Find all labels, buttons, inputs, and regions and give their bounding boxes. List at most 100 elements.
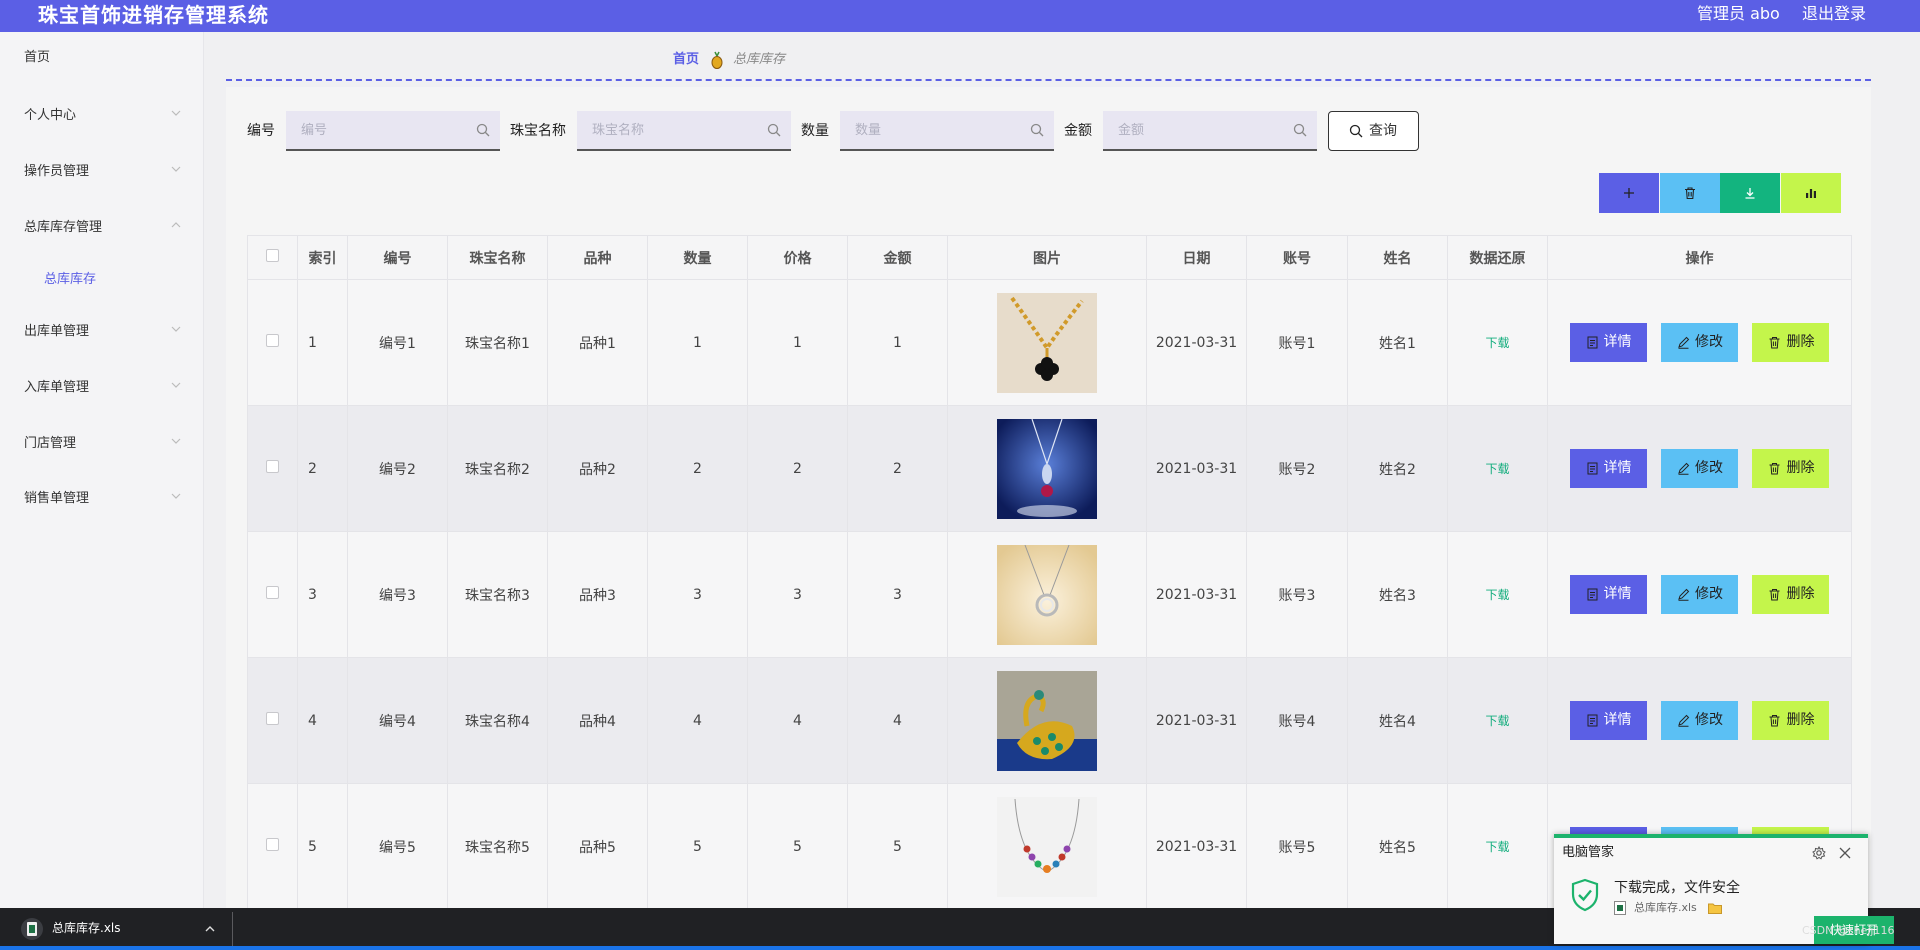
download-link[interactable]: 下载 <box>1485 336 1509 350</box>
cell-code: 编号3 <box>347 531 448 658</box>
edit-button-label: 修改 <box>1695 460 1723 476</box>
statistics-button[interactable] <box>1781 173 1841 213</box>
sidebar-item-label: 门店管理 <box>24 436 77 451</box>
sidebar-item-inbound-mgmt[interactable]: 入库单管理 <box>0 368 204 408</box>
cell-image <box>947 783 1147 910</box>
sidebar-item-store-mgmt[interactable]: 门店管理 <box>0 424 204 464</box>
row-checkbox[interactable] <box>266 334 279 347</box>
trash-icon <box>1769 589 1780 601</box>
detail-button-label: 详情 <box>1603 586 1632 602</box>
delete-button[interactable]: 删除 <box>1752 575 1830 614</box>
batch-delete-button[interactable] <box>1660 173 1720 213</box>
column-header: 姓名 <box>1347 235 1448 280</box>
row-select-cell <box>247 657 298 784</box>
cell-price: 3 <box>747 531 848 658</box>
trash-icon <box>1769 463 1780 475</box>
detail-button[interactable]: 详情 <box>1569 323 1647 362</box>
select-all-cell <box>247 235 298 280</box>
download-link[interactable]: 下载 <box>1485 840 1509 854</box>
search-input-name[interactable] <box>577 111 791 149</box>
sidebar-item-sales-mgmt[interactable]: 销售单管理 <box>0 479 204 519</box>
gear-icon[interactable] <box>1812 846 1826 860</box>
chevron-down-icon <box>171 493 181 499</box>
detail-button[interactable]: 详情 <box>1569 575 1647 614</box>
cell-image <box>947 279 1147 406</box>
search-icon <box>767 123 781 137</box>
pencil-icon <box>1678 462 1690 475</box>
trash-icon <box>1769 337 1780 349</box>
watermark-text: CSDN @shejj116 <box>1802 924 1895 937</box>
cell-variety: 品种3 <box>547 531 648 658</box>
column-header: 金额 <box>847 235 948 280</box>
edit-button-label: 修改 <box>1695 712 1723 728</box>
cell-person: 姓名5 <box>1347 783 1448 910</box>
cell-variety: 品种5 <box>547 783 648 910</box>
breadcrumb-home[interactable]: 首页 <box>673 50 699 70</box>
export-button[interactable] <box>1720 173 1780 213</box>
trash-icon <box>1685 187 1695 200</box>
close-icon[interactable] <box>1838 846 1852 860</box>
cell-image <box>947 405 1147 532</box>
folder-icon[interactable] <box>1708 903 1722 914</box>
sidebar-item-home[interactable]: 首页 <box>0 38 204 78</box>
sidebar-item-label: 入库单管理 <box>24 380 90 395</box>
download-bar-divider <box>232 912 233 946</box>
delete-button[interactable]: 删除 <box>1752 701 1830 740</box>
pencil-icon <box>1678 588 1690 601</box>
cell-person: 姓名1 <box>1347 279 1448 406</box>
jewelry-image <box>997 796 1097 897</box>
download-file-name: 总库库存.xls <box>52 921 121 935</box>
search-box-code <box>286 111 500 151</box>
search-box-amount <box>1103 111 1317 151</box>
add-button[interactable] <box>1599 173 1659 213</box>
detail-button[interactable]: 详情 <box>1569 701 1647 740</box>
edit-button[interactable]: 修改 <box>1661 323 1738 362</box>
top-bar: 珠宝首饰进销存管理系统 管理员 abo 退出登录 <box>0 0 1920 32</box>
sidebar-item-outbound-mgmt[interactable]: 出库单管理 <box>0 312 204 352</box>
logout-link[interactable]: 退出登录 <box>1802 3 1866 25</box>
detail-button[interactable]: 详情 <box>1569 449 1647 488</box>
row-checkbox[interactable] <box>266 712 279 725</box>
download-link[interactable]: 下载 <box>1485 588 1509 602</box>
download-link[interactable]: 下载 <box>1485 714 1509 728</box>
delete-button[interactable]: 删除 <box>1752 449 1830 488</box>
search-icon <box>1349 124 1363 138</box>
edit-button[interactable]: 修改 <box>1661 701 1738 740</box>
search-input-code[interactable] <box>286 111 500 149</box>
column-header: 图片 <box>947 235 1147 280</box>
chevron-down-icon <box>171 110 181 116</box>
query-button[interactable]: 查询 <box>1328 111 1419 151</box>
cell-amount: 2 <box>847 405 948 532</box>
delete-button[interactable]: 删除 <box>1752 323 1830 362</box>
cell-name: 珠宝名称5 <box>447 783 548 910</box>
cell-variety: 品种4 <box>547 657 648 784</box>
cell-code: 编号4 <box>347 657 448 784</box>
cell-name: 珠宝名称1 <box>447 279 548 406</box>
chevron-down-icon <box>171 382 181 388</box>
cell-image <box>947 657 1147 784</box>
edit-button[interactable]: 修改 <box>1661 449 1738 488</box>
search-input-amount[interactable] <box>1103 111 1317 149</box>
cell-qty: 2 <box>647 405 748 532</box>
cell-account: 账号3 <box>1246 531 1348 658</box>
row-checkbox[interactable] <box>266 460 279 473</box>
cell-name: 珠宝名称3 <box>447 531 548 658</box>
select-all-checkbox[interactable] <box>266 249 279 262</box>
edit-button[interactable]: 修改 <box>1661 575 1738 614</box>
row-checkbox[interactable] <box>266 586 279 599</box>
app-title: 珠宝首饰进销存管理系统 <box>38 3 269 27</box>
row-checkbox[interactable] <box>266 838 279 851</box>
pencil-icon <box>1678 714 1690 727</box>
sidebar-item-operator-mgmt[interactable]: 操作员管理 <box>0 152 204 192</box>
sidebar-item-inventory[interactable]: 总库库存 <box>0 260 204 300</box>
search-input-qty[interactable] <box>840 111 1054 149</box>
shield-check-icon <box>1571 878 1599 912</box>
download-item[interactable]: 总库库存.xls <box>16 913 232 945</box>
sidebar-item-inventory-mgmt[interactable]: 总库库存管理 <box>0 208 204 248</box>
cell-person: 姓名4 <box>1347 657 1448 784</box>
sidebar-item-personal-center[interactable]: 个人中心 <box>0 96 204 136</box>
trash-icon <box>1769 715 1780 727</box>
cell-date: 2021-03-31 <box>1146 783 1247 910</box>
query-button-label: 查询 <box>1369 123 1397 139</box>
download-link[interactable]: 下载 <box>1485 462 1509 476</box>
